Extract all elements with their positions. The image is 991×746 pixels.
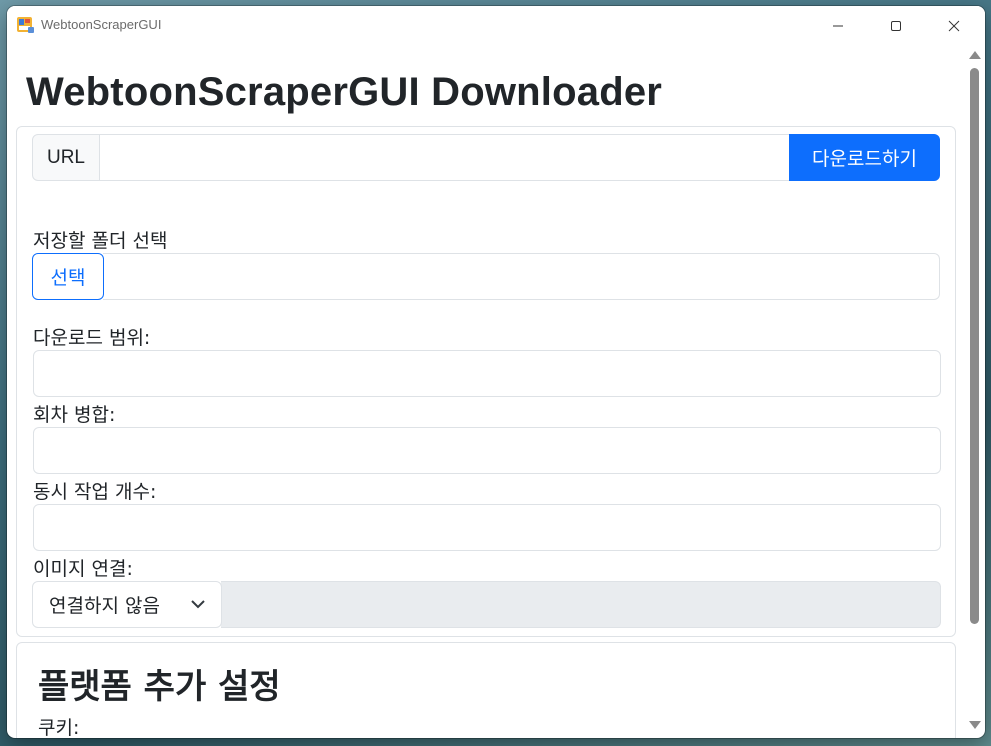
image-concat-selected: 연결하지 않음 [49,595,160,617]
page-title: WebtoonScraperGUI Downloader [26,70,663,114]
url-addon-label: URL [32,134,100,181]
window-title: WebtoonScraperGUI [41,17,162,32]
image-concat-select[interactable]: 연결하지 않음 [32,581,222,628]
maximize-button[interactable] [867,6,925,46]
folder-select-button[interactable]: 선택 [32,253,104,300]
url-input-group: URL 다운로드하기 [32,134,940,181]
minimize-icon [833,25,843,27]
maximize-icon [891,21,901,31]
close-icon [948,20,960,32]
download-settings-card: URL 다운로드하기 저장할 폴더 선택 선택 다운로드 범위: 회차 병합: … [16,126,956,637]
download-button[interactable]: 다운로드하기 [789,134,940,181]
vertical-scrollbar[interactable] [965,46,985,738]
concurrent-tasks-label: 동시 작업 개수: [33,481,157,503]
download-range-input[interactable] [33,350,941,397]
app-window: WebtoonScraperGUI WebtoonScraperGUI Down… [7,6,985,738]
image-concat-extra-field [221,581,941,628]
folder-input-group: 선택 [32,253,940,300]
scrollbar-thumb[interactable] [970,68,979,624]
merge-episodes-input[interactable] [33,427,941,474]
app-icon [16,15,35,34]
url-input[interactable] [100,134,790,181]
concurrent-tasks-input[interactable] [33,504,941,551]
title-bar[interactable]: WebtoonScraperGUI [7,6,985,46]
scroll-up-icon[interactable] [969,50,981,60]
image-concat-label: 이미지 연결: [33,558,133,580]
merge-episodes-label: 회차 병합: [33,404,116,426]
platform-settings-card: 플랫폼 추가 설정 쿠키: [16,642,956,738]
image-concat-group: 연결하지 않음 [32,581,941,628]
folder-label: 저장할 폴더 선택 [33,230,168,252]
download-range-label: 다운로드 범위: [33,327,151,349]
scroll-down-icon[interactable] [969,720,981,730]
minimize-button[interactable] [809,6,867,46]
platform-settings-title: 플랫폼 추가 설정 [38,667,281,707]
page-content: WebtoonScraperGUI Downloader URL 다운로드하기 … [7,46,985,738]
chevron-down-icon [191,600,205,609]
cookie-label: 쿠키: [38,717,80,738]
folder-path-field[interactable] [103,253,940,300]
close-button[interactable] [925,6,983,46]
